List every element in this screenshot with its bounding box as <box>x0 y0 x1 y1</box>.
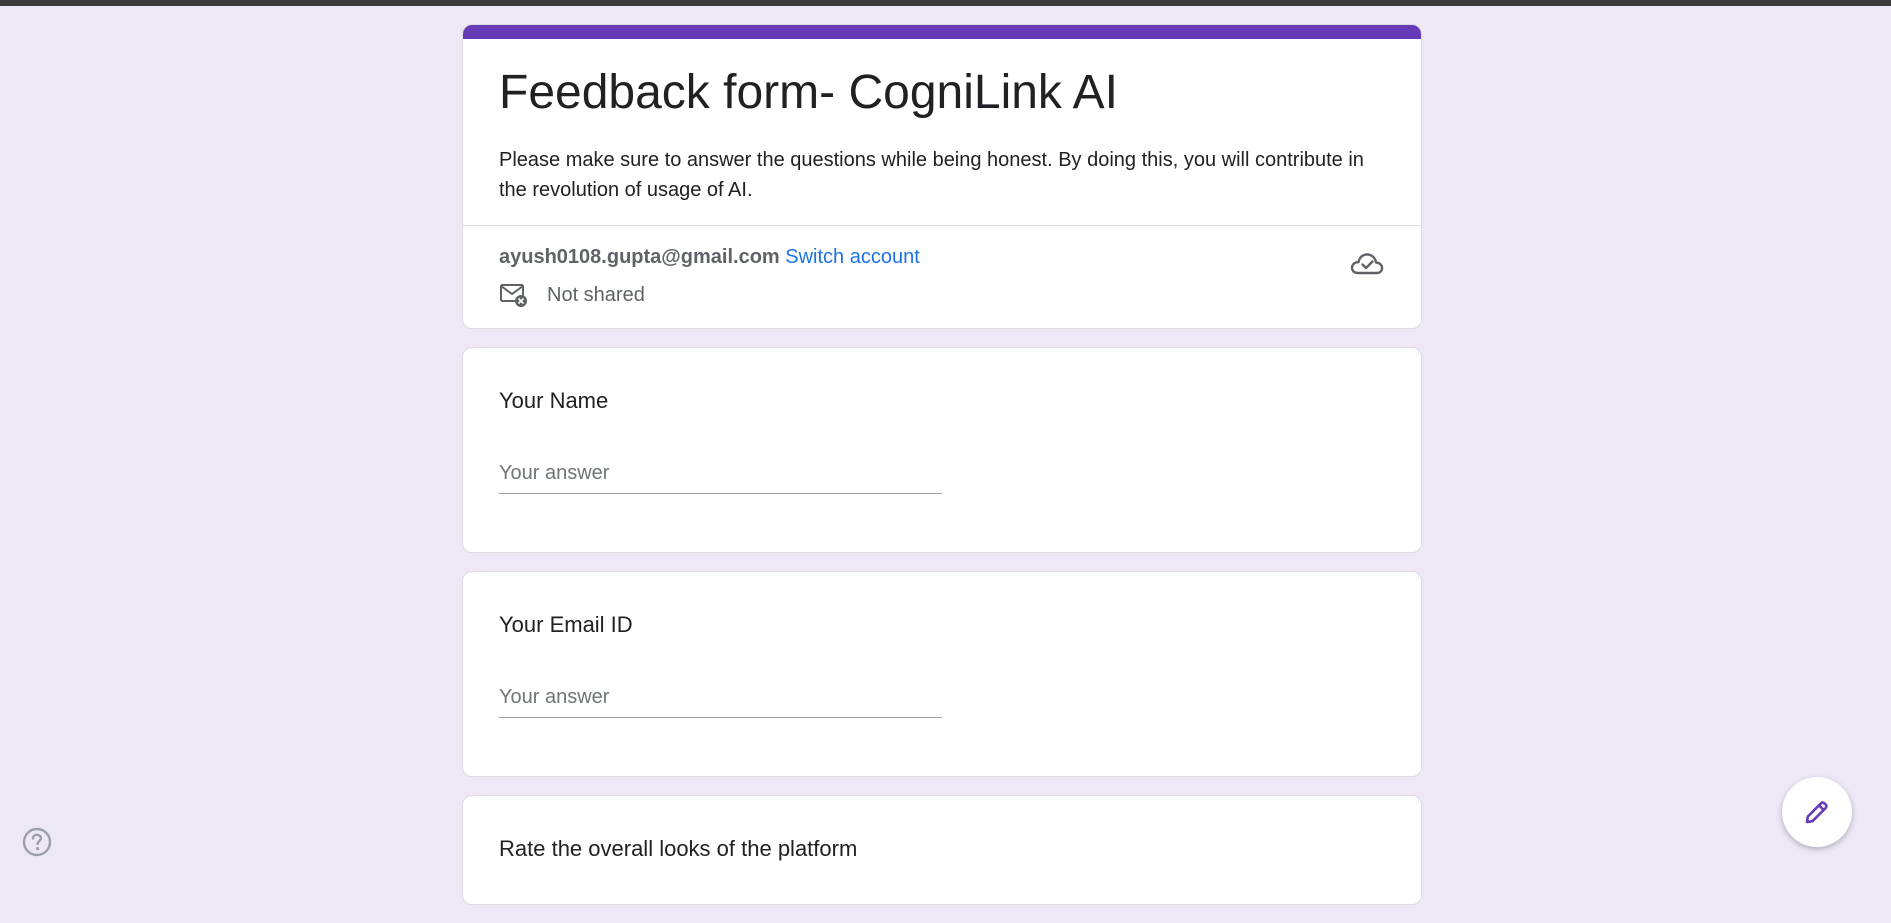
form-container: Feedback form- CogniLink AI Please make … <box>462 24 1422 923</box>
email-input[interactable] <box>499 682 942 718</box>
question-card-rating: Rate the overall looks of the platform <box>462 795 1422 905</box>
question-card-name: Your Name <box>462 347 1422 553</box>
browser-top-strip <box>0 0 1891 6</box>
help-icon[interactable] <box>21 826 53 858</box>
header-main: Feedback form- CogniLink AI Please make … <box>463 39 1421 226</box>
form-header-card: Feedback form- CogniLink AI Please make … <box>462 24 1422 329</box>
account-email: ayush0108.gupta@gmail.com <box>499 246 780 268</box>
pencil-icon <box>1805 801 1828 824</box>
name-input[interactable] <box>499 458 942 494</box>
question-label: Your Name <box>499 388 609 413</box>
account-line: ayush0108.gupta@gmail.com Switch account <box>499 242 1385 272</box>
question-label: Rate the overall looks of the platform <box>499 836 858 861</box>
account-area: ayush0108.gupta@gmail.com Switch account… <box>463 226 1421 328</box>
cloud-check-icon <box>1350 253 1384 275</box>
edit-button[interactable] <box>1782 777 1852 847</box>
mail-not-shared-icon <box>500 284 527 307</box>
question-label: Your Email ID <box>499 612 633 637</box>
email-status-text: Not shared <box>547 283 645 306</box>
form-title: Feedback form- CogniLink AI <box>499 66 1118 119</box>
form-description: Please make sure to answer the questions… <box>499 149 1364 201</box>
switch-account-link[interactable]: Switch account <box>785 246 920 268</box>
email-shared-status: Not shared <box>499 282 1385 308</box>
header-accent-bar <box>463 25 1421 39</box>
question-card-email: Your Email ID <box>462 571 1422 777</box>
